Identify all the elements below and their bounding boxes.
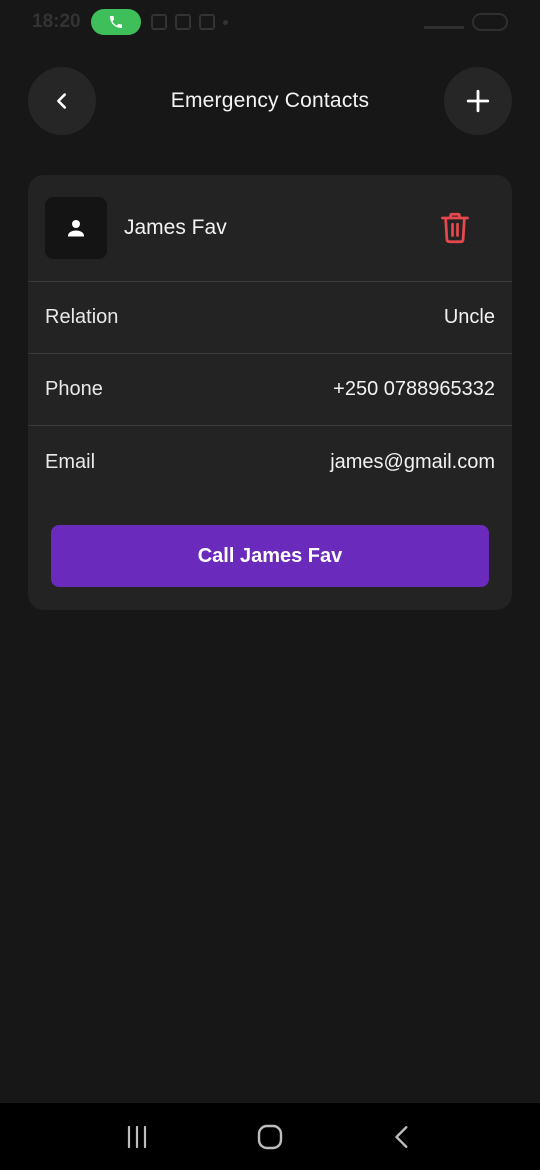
notification-icons xyxy=(150,14,228,30)
screen: 18:20 Emergency Contacts James Fav Relat… xyxy=(0,0,540,1170)
phone-value[interactable]: +250 0788965332 xyxy=(333,378,495,401)
trash-icon xyxy=(441,212,469,244)
avatar xyxy=(45,197,107,259)
person-icon xyxy=(68,220,84,237)
contact-card-header: James Fav xyxy=(28,175,512,282)
contact-card: James Fav Relation Uncle Phone +250 0788… xyxy=(28,175,512,610)
email-row: Email james@gmail.com xyxy=(28,426,512,498)
page-title: Emergency Contacts xyxy=(170,89,370,112)
email-label: Email xyxy=(45,450,96,473)
recent-apps-icon xyxy=(127,1125,146,1148)
snapchat-icon xyxy=(198,14,215,30)
phone-icon xyxy=(109,16,122,28)
plus-icon xyxy=(466,89,490,113)
relation-value: Uncle xyxy=(443,306,495,328)
call-contact-button[interactable]: Call James Fav xyxy=(51,525,489,587)
signal-icon xyxy=(424,15,464,29)
system-back-button[interactable] xyxy=(383,1117,423,1157)
relation-row: Relation Uncle xyxy=(28,282,512,354)
add-contact-button[interactable] xyxy=(444,67,512,135)
email-value[interactable]: james@gmail.com xyxy=(330,451,495,474)
linkedin-icon xyxy=(150,14,167,30)
back-button[interactable] xyxy=(28,67,96,135)
header: Emergency Contacts xyxy=(28,67,512,135)
back-arrow-icon xyxy=(395,1125,408,1148)
system-navigation-bar xyxy=(0,1103,540,1170)
more-notifications-dot-icon xyxy=(222,19,228,25)
status-bar: 18:20 xyxy=(0,0,540,44)
recent-apps-button[interactable] xyxy=(117,1117,157,1157)
home-icon xyxy=(257,1124,283,1149)
relation-label: Relation xyxy=(45,306,119,328)
home-button[interactable] xyxy=(250,1117,290,1157)
system-icons xyxy=(424,13,508,31)
phone-label: Phone xyxy=(45,378,103,400)
delete-contact-button[interactable] xyxy=(435,208,475,248)
status-time: 18:20 xyxy=(32,11,81,32)
ongoing-call-pill[interactable] xyxy=(90,9,141,35)
app-icon xyxy=(174,14,191,30)
battery-icon xyxy=(472,13,508,31)
contact-name: James Fav xyxy=(124,216,227,239)
phone-row: Phone +250 0788965332 xyxy=(28,354,512,426)
chevron-left-icon xyxy=(57,93,67,109)
